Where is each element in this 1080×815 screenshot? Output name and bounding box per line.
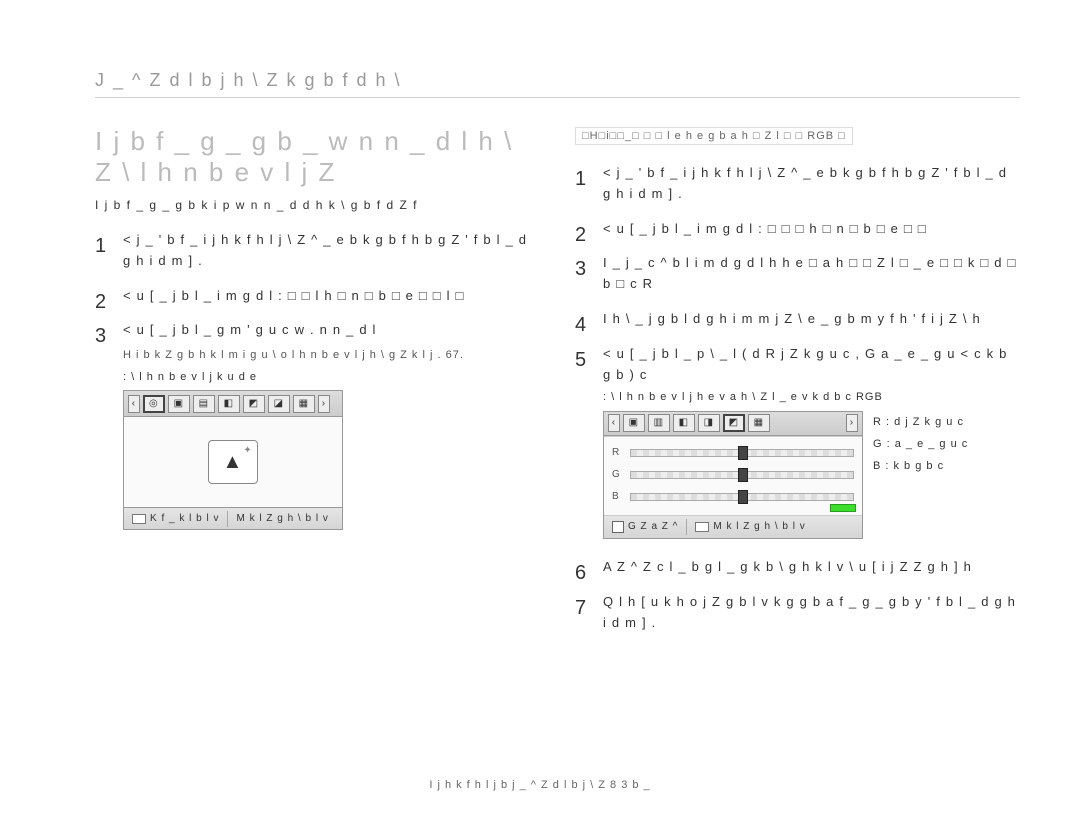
filter-panel: ‹ ◎ ▣ ▤ ◧ ◩ ◪ ▦ › ▲: [123, 390, 343, 530]
rgb-toolbar: ‹ ▣ ▥ ◧ ◨ ◩ ▦ ›: [604, 412, 862, 436]
rgb-icon-3[interactable]: ◧: [673, 414, 695, 432]
footer-move-label: K f _ k l b l v: [150, 511, 219, 527]
rgb-panel: ‹ ▣ ▥ ◧ ◨ ◩ ▦ ›: [603, 411, 863, 539]
post-steps: A Z ^ Z c l _ b g l _ g k b \ g h k l v …: [575, 557, 1020, 633]
rgb-next-icon[interactable]: ›: [846, 414, 858, 432]
g-label: G: [612, 467, 624, 483]
right-step-5: < u [ _ j b l _ p \ _ l ( d R j Z k g u …: [575, 344, 1020, 539]
rgb-set-label: M k l Z g h \ b l v: [713, 519, 805, 535]
toolbar-prev-icon[interactable]: ‹: [128, 395, 140, 413]
left-substep: H i b k Z g b h k l m i g u \ o l h n b …: [123, 347, 540, 365]
toolbar-icon-6[interactable]: ◪: [268, 395, 290, 413]
right-step-1: < j _ ' b f _ i j h k f h l j \ Z ^ _ e …: [575, 163, 1020, 205]
right-step-3: I _ j _ c ^ b l i m d g d l h h e □ a h …: [575, 253, 1020, 295]
toolbar-icon-4[interactable]: ◧: [218, 395, 240, 413]
g-slider-thumb[interactable]: [738, 468, 748, 482]
b-slider-thumb[interactable]: [738, 490, 748, 504]
back-icon: [612, 521, 624, 533]
rgb-icon-4[interactable]: ◨: [698, 414, 720, 432]
panel1-caption: : \ l h n b e v l j k u d e: [123, 369, 540, 387]
left-step-1: < j _ ' b f _ i j h k f h l j \ Z ^ _ e …: [95, 230, 540, 272]
b-slider[interactable]: [630, 493, 854, 501]
right-steps: < j _ ' b f _ i j h k f h l j \ Z ^ _ e …: [575, 163, 1020, 539]
panel2-caption: : \ l h n b e v l j h e v a h \ Z l _ e …: [603, 389, 1020, 407]
page-title: I j b f _ g _ g b _ w n n _ d l h \ Z \ …: [95, 126, 540, 188]
b-label: B: [612, 489, 624, 505]
rgb-icon-5[interactable]: ◩: [723, 414, 745, 432]
rgb-icon-1[interactable]: ▣: [623, 414, 645, 432]
footer-set-label: M k l Z g h \ b l v: [236, 511, 328, 527]
r-slider[interactable]: [630, 449, 854, 457]
rgb-sliders: R G B: [604, 436, 862, 516]
g-slider[interactable]: [630, 471, 854, 479]
filter-toolbar: ‹ ◎ ▣ ▤ ◧ ◩ ◪ ▦ ›: [124, 391, 342, 417]
rgb-icon-2[interactable]: ▥: [648, 414, 670, 432]
effect-thumb-icon[interactable]: ▲: [208, 440, 258, 484]
set-icon: [695, 522, 709, 532]
filter-footer: K f _ k l b l v M k l Z g h \ b l v: [124, 507, 342, 529]
toolbar-next-icon[interactable]: ›: [318, 395, 330, 413]
green-indicator: [830, 504, 856, 512]
note-box: □H□i□□_□ □ □ l e h e g b a h □ Z l □ □ R…: [575, 127, 853, 145]
right-step-4: I h \ _ j g b l d g h i m m j Z \ e _ g …: [575, 309, 1020, 330]
r-label: R: [612, 445, 624, 461]
legend-b: B : k b g b c: [873, 455, 968, 477]
r-slider-thumb[interactable]: [738, 446, 748, 460]
left-step-3: < u [ _ j b l _ g m ' g u c w . n n _ d …: [95, 320, 540, 530]
rgb-footer: G Z a Z ^ M k l Z g h \ b l v: [604, 516, 862, 538]
right-step-2: < u [ _ j b l _ i m g d l : □ □ □ h □ n …: [575, 219, 1020, 240]
page-footer: I j h k f h l j b j _ ^ Z d l b j \ Z 8 …: [0, 779, 1080, 791]
rgb-icon-6[interactable]: ▦: [748, 414, 770, 432]
left-step-2: < u [ _ j b l _ i m g d l : □ □ l h □ n …: [95, 286, 540, 307]
filter-preview-area: ▲: [124, 417, 342, 507]
left-column: I j b f _ g _ g b _ w n n _ d l h \ Z \ …: [95, 126, 540, 647]
rgb-back-label: G Z a Z ^: [628, 519, 678, 535]
legend-g: G : a _ e _ g u c: [873, 433, 968, 455]
toolbar-icon-7[interactable]: ▦: [293, 395, 315, 413]
section-header: J _ ^ Z d l b j h \ Z k g b f d h \: [95, 70, 1020, 98]
badge-icon: [132, 514, 146, 524]
right-column: □H□i□□_□ □ □ l e h e g b a h □ Z l □ □ R…: [575, 126, 1020, 647]
toolbar-icon-5[interactable]: ◩: [243, 395, 265, 413]
toolbar-icon-3[interactable]: ▤: [193, 395, 215, 413]
rgb-legend: R : d j Z k g u c G : a _ e _ g u c B : …: [873, 411, 968, 539]
rgb-prev-icon[interactable]: ‹: [608, 414, 620, 432]
page-subtitle: I j b f _ g _ g b k i p w n n _ d d h k …: [95, 198, 540, 212]
toolbar-icon-1[interactable]: ◎: [143, 395, 165, 413]
left-steps: < j _ ' b f _ i j h k f h l j \ Z ^ _ e …: [95, 230, 540, 530]
post-step-7: Q l h [ u k h o j Z g b l v k g g b a f …: [575, 592, 1020, 634]
post-step-6: A Z ^ Z c l _ b g l _ g k b \ g h k l v …: [575, 557, 1020, 578]
toolbar-icon-2[interactable]: ▣: [168, 395, 190, 413]
legend-r: R : d j Z k g u c: [873, 411, 968, 433]
